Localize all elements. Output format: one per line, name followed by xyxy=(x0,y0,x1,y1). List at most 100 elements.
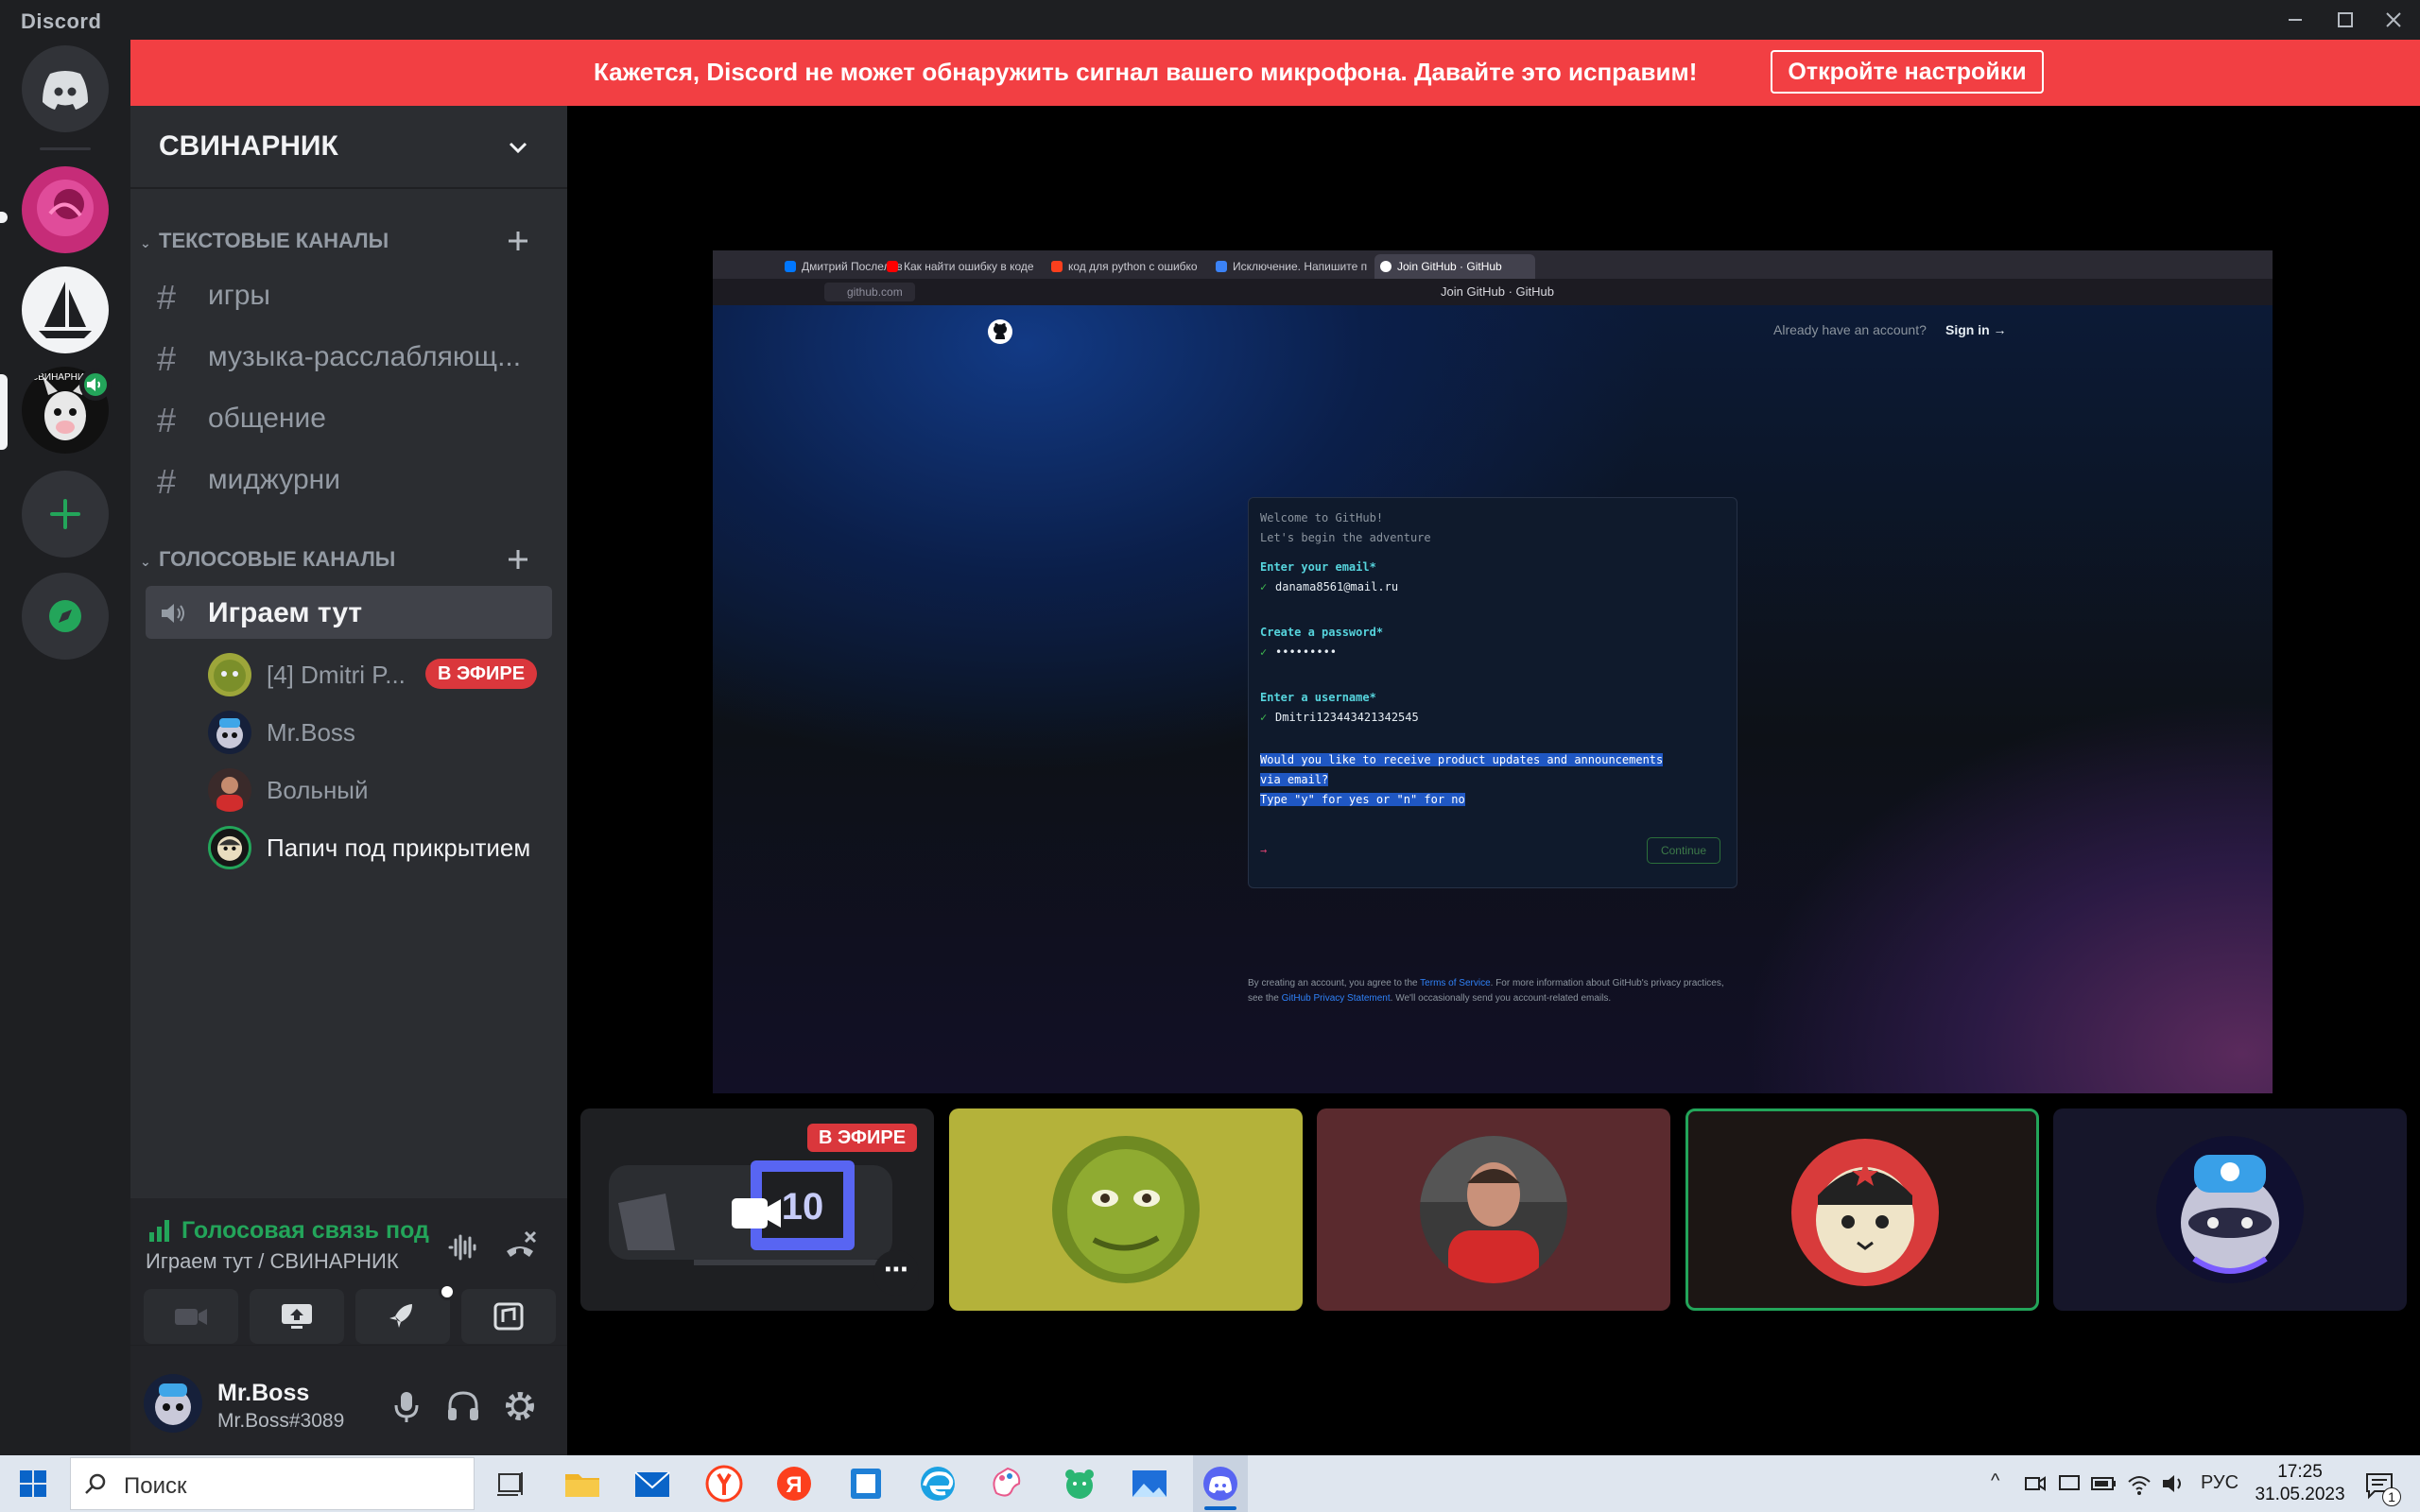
taskbar-search-box[interactable]: Поиск xyxy=(70,1457,475,1510)
privacy-link[interactable]: GitHub Privacy Statement xyxy=(1282,993,1391,1004)
windows-start-icon[interactable] xyxy=(19,1469,47,1498)
server-rose[interactable] xyxy=(22,166,109,253)
wifi-icon[interactable] xyxy=(2125,1470,2153,1497)
text-channels-category[interactable]: ⌄ ТЕКСТОВЫЕ КАНАЛЫ xyxy=(140,229,389,257)
yandex-browser-icon[interactable] xyxy=(703,1463,745,1504)
stream-view[interactable]: Дмитрий Послелов Как найти ошибку в коде… xyxy=(713,250,2273,1093)
voice-member[interactable]: Mr.Boss xyxy=(208,705,558,758)
avatar xyxy=(1420,1136,1567,1283)
sign-in-link[interactable]: Sign in → xyxy=(1945,322,2007,337)
screen-icon[interactable] xyxy=(2057,1470,2082,1497)
more-options-button[interactable]: ⋯ xyxy=(873,1250,919,1296)
input-language[interactable]: РУС xyxy=(2201,1472,2238,1499)
close-window-button[interactable] xyxy=(2375,6,2412,34)
voice-member-speaking[interactable]: Папич под прикрытием xyxy=(208,820,558,873)
stream-tile[interactable]: 10 В ЭФИРЕ ⋯ xyxy=(580,1108,934,1311)
battery-icon[interactable] xyxy=(2089,1470,2118,1497)
user-panel: Mr.Boss Mr.Boss#3089 xyxy=(130,1346,567,1455)
voice-member[interactable]: Вольный xyxy=(208,763,558,816)
add-voice-channel-icon[interactable] xyxy=(504,545,532,574)
username[interactable]: Mr.Boss xyxy=(217,1380,309,1407)
voice-channel-play-here[interactable]: Играем тут xyxy=(146,586,552,639)
tray-overflow-icon[interactable]: ^ xyxy=(1991,1470,1999,1497)
github-signup-page: Already have an account? Sign in → Welco… xyxy=(713,305,2273,1093)
channel-games[interactable]: # игры xyxy=(146,268,552,321)
paint-icon[interactable] xyxy=(987,1463,1028,1504)
meet-now-icon[interactable] xyxy=(2023,1470,2048,1497)
open-settings-button[interactable]: Откройте настройки xyxy=(1771,50,2044,94)
clock[interactable]: 17:25 31.05.2023 xyxy=(2248,1461,2352,1506)
minimize-button[interactable] xyxy=(2276,6,2314,34)
server-header[interactable]: СВИНАРНИК xyxy=(130,106,567,189)
continue-button[interactable]: Continue xyxy=(1647,837,1720,864)
disconnect-icon[interactable] xyxy=(501,1228,539,1266)
bear-app-icon[interactable] xyxy=(1059,1463,1100,1504)
password-field[interactable]: ••••••••• xyxy=(1275,645,1337,659)
channel-label: Играем тут xyxy=(208,597,363,628)
voice-channels-category[interactable]: ⌄ ГОЛОСОВЫЕ КАНАЛЫ xyxy=(140,547,395,576)
microphone-icon[interactable] xyxy=(388,1387,425,1425)
clock-time: 17:25 xyxy=(2277,1462,2323,1482)
user-tag[interactable]: Mr.Boss#3089 xyxy=(217,1410,344,1433)
live-badge: В ЭФИРЕ xyxy=(807,1124,917,1152)
camera-button[interactable] xyxy=(144,1289,238,1344)
browser-tab[interactable]: Исключение. Напишите п xyxy=(1210,254,1371,279)
settings-icon[interactable] xyxy=(501,1387,539,1425)
soundboard-button[interactable] xyxy=(461,1289,556,1344)
username-field[interactable]: Dmitri123443421342545 xyxy=(1275,711,1419,724)
photos-viewer-icon[interactable] xyxy=(845,1463,887,1504)
activity-button[interactable] xyxy=(355,1289,450,1344)
voice-status[interactable]: Голосовая связь под xyxy=(182,1217,429,1245)
add-text-channel-icon[interactable] xyxy=(504,227,532,255)
browser-tab[interactable]: код для python с ошибко xyxy=(1046,254,1206,279)
task-view-icon[interactable] xyxy=(490,1463,531,1504)
server-selected-pill xyxy=(0,374,8,450)
channel-midjourney[interactable]: # миджурни xyxy=(146,453,552,506)
home-button[interactable] xyxy=(22,45,109,132)
participant-tile[interactable] xyxy=(1317,1108,1670,1311)
headphones-icon[interactable] xyxy=(444,1387,482,1425)
password-label: Create a password* xyxy=(1260,626,1384,639)
add-server-button[interactable] xyxy=(22,471,109,558)
channel-music[interactable]: # музыка-расслабляющ... xyxy=(146,330,552,383)
browser-tab[interactable]: Как найти ошибку в коде xyxy=(881,254,1042,279)
participant-tile[interactable] xyxy=(2053,1108,2407,1311)
server-sailboat[interactable] xyxy=(22,266,109,353)
yandex-icon[interactable]: Я xyxy=(773,1463,815,1504)
member-name: Папич под прикрытием xyxy=(267,833,531,862)
camera-icon xyxy=(175,1309,207,1325)
hash-icon: # xyxy=(157,462,177,501)
windows-taskbar: Поиск Я ^ РУС 17:25 31.05.2023 1 xyxy=(0,1455,2420,1512)
participant-tile-speaking[interactable] xyxy=(1685,1108,2039,1311)
category-label: ГОЛОСОВЫЕ КАНАЛЫ xyxy=(159,547,396,571)
email-label: Enter your email* xyxy=(1260,560,1376,574)
github-logo-icon[interactable] xyxy=(987,318,1013,345)
adventure-text: Let's begin the adventure xyxy=(1260,531,1431,544)
volume-icon[interactable] xyxy=(2159,1470,2187,1497)
mail-icon[interactable] xyxy=(631,1463,673,1504)
signal-icon[interactable] xyxy=(147,1217,174,1242)
noise-suppression-icon[interactable] xyxy=(444,1228,482,1266)
prompt-arrow[interactable]: → xyxy=(1260,844,1267,857)
share-screen-button[interactable] xyxy=(250,1289,344,1344)
photos-icon[interactable] xyxy=(1129,1463,1170,1504)
add-server-icon xyxy=(50,499,80,529)
avatar xyxy=(208,826,251,869)
email-field[interactable]: danama8561@mail.ru xyxy=(1275,580,1398,593)
edge-icon[interactable] xyxy=(917,1463,959,1504)
file-explorer-icon[interactable] xyxy=(562,1463,603,1504)
url-field[interactable]: github.com xyxy=(824,283,915,301)
voice-member[interactable]: [4] Dmitri P... В ЭФИРЕ xyxy=(208,647,558,700)
avatar[interactable] xyxy=(144,1374,202,1433)
live-badge: В ЭФИРЕ xyxy=(425,659,537,689)
channel-general[interactable]: # общение xyxy=(146,391,552,444)
terms-link[interactable]: Terms of Service xyxy=(1420,978,1490,988)
signup-footer: By creating an account, you agree to the… xyxy=(1248,976,1758,1006)
check-icon: ✓ xyxy=(1260,580,1268,593)
maximize-button[interactable] xyxy=(2325,6,2363,34)
participant-tile[interactable] xyxy=(949,1108,1303,1311)
browser-tab-active[interactable]: Join GitHub · GitHub xyxy=(1374,254,1535,279)
voice-location[interactable]: Играем тут / СВИНАРНИК xyxy=(146,1249,399,1274)
taskbar-discord[interactable] xyxy=(1193,1455,1248,1512)
explore-button[interactable] xyxy=(22,573,109,660)
